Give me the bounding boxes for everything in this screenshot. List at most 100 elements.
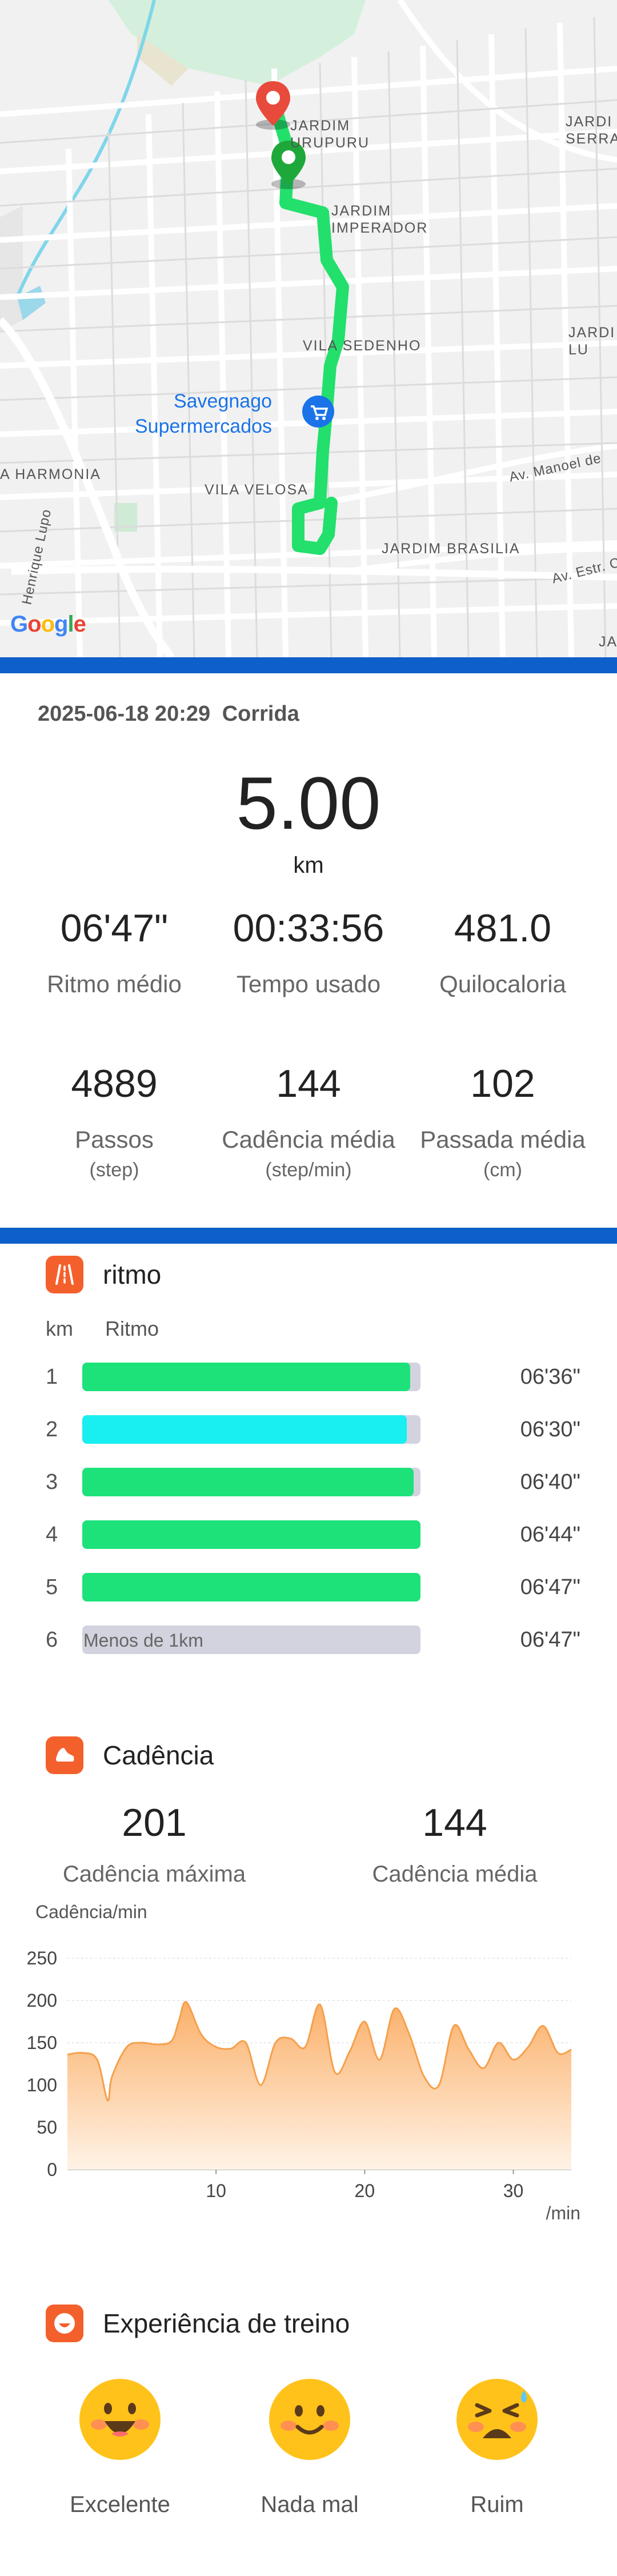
pace-time: 06'44" xyxy=(520,1523,580,1547)
cadence-chart[interactable]: Cadência/min 250 200 150 100 50 0 10 20 30 /min xyxy=(0,1903,617,2235)
pace-km-number: 4 xyxy=(46,1523,58,1547)
stat-avg-stride: 102 Passada média (cm) xyxy=(400,1064,606,1181)
pace-km-number: 5 xyxy=(46,1575,58,1599)
stat-avg-cadence: 144 Cadência média (step/min) xyxy=(206,1064,411,1181)
pace-row-km-1: 1 06'36" xyxy=(0,1363,617,1391)
activity-header: 2025-06-18 20:29 Corrida xyxy=(38,702,305,726)
pace-km-number: 3 xyxy=(46,1470,58,1494)
experience-label: Nada mal xyxy=(261,2492,359,2517)
map-label-ja: JA xyxy=(599,634,617,650)
pace-bar-fill xyxy=(82,1573,420,1601)
pace-section-title: ritmo xyxy=(46,1256,161,1293)
chart-y-tick-label: 100 xyxy=(27,2075,57,2095)
map-label-jardim-brasilia: JARDIM BRASILIA xyxy=(382,541,520,557)
cadence-max: 201 Cadência máxima xyxy=(0,1803,308,1887)
pace-km-number: 6 xyxy=(46,1628,58,1652)
experience-option-not-bad[interactable]: Nada mal xyxy=(207,2379,412,2518)
map-label-vila-sedenho: VILA SEDENHO xyxy=(303,338,422,354)
chart-y-tick-label: 150 xyxy=(27,2032,57,2053)
pace-km-number: 1 xyxy=(46,1365,58,1389)
shoe-icon xyxy=(46,1736,83,1774)
chart-y-tick-label: 0 xyxy=(47,2159,57,2180)
pace-bar-track xyxy=(82,1573,420,1601)
tired-face-icon xyxy=(456,2379,538,2460)
pace-row-km-6: 6 Menos de 1km 06'47" xyxy=(0,1626,617,1654)
stat-value: 102 xyxy=(470,1062,535,1105)
stat-value: 06'47" xyxy=(60,906,169,950)
pace-bar-track xyxy=(82,1363,420,1391)
pace-time: 06'47" xyxy=(520,1628,580,1652)
map-label-jardim-urupuru: JARDIM URUPURU xyxy=(290,118,370,151)
pace-time: 06'36" xyxy=(520,1365,580,1389)
cadence-max-value: 201 xyxy=(122,1801,187,1844)
stat-label: Quilocaloria xyxy=(439,971,566,997)
end-marker-icon xyxy=(256,81,290,126)
pace-col-pace: Ritmo xyxy=(105,1317,159,1340)
stat-time-used: 00:33:56 Tempo usado xyxy=(206,909,411,998)
chart-x-tick-label: 30 xyxy=(503,2180,524,2201)
shopping-cart-icon[interactable] xyxy=(301,394,335,429)
pace-bar-note: Menos de 1km xyxy=(83,1630,203,1651)
route-map[interactable]: JARDIM URUPURU JARDI SERRA A JARDIM IMPE… xyxy=(0,0,617,657)
smiling-face-icon xyxy=(269,2379,350,2460)
stat-label: Cadência média xyxy=(222,1126,395,1153)
divider-bar-top xyxy=(0,657,617,673)
experience-section-title: Experiência de treino xyxy=(46,2305,350,2342)
stat-value: 00:33:56 xyxy=(233,906,384,950)
distance-value: 5.00 xyxy=(236,761,381,845)
distance-unit: km xyxy=(293,853,324,878)
road-icon xyxy=(46,1256,83,1293)
chart-y-tick-label: 200 xyxy=(27,1990,57,2011)
stat-label: Ritmo médio xyxy=(47,971,182,997)
poi-label-savegnago[interactable]: Savegnago Supermercados xyxy=(135,389,272,439)
pace-bar-fill xyxy=(82,1363,411,1391)
cadence-section-title: Cadência xyxy=(46,1736,214,1774)
cadence-avg: 144 Cadência média xyxy=(301,1803,609,1887)
activity-date: 2025-06-18 20:29 xyxy=(38,702,211,726)
grinning-face-icon xyxy=(79,2379,161,2460)
pace-row-km-2: 2 06'30" xyxy=(0,1415,617,1444)
stat-unit: (step) xyxy=(89,1159,139,1181)
map-canvas xyxy=(0,0,617,657)
stat-label: Passada média xyxy=(420,1126,586,1153)
chart-y-tick-label: 50 xyxy=(37,2117,57,2138)
experience-option-excellent[interactable]: Excelente xyxy=(17,2379,223,2518)
activity-type: Corrida xyxy=(222,702,299,726)
pace-title: ritmo xyxy=(103,1260,162,1289)
pace-bar-fill xyxy=(82,1468,414,1496)
pace-bar-fill xyxy=(82,1520,420,1549)
stat-label: Passos xyxy=(75,1126,154,1153)
pace-time: 06'30" xyxy=(520,1417,580,1441)
pace-time: 06'47" xyxy=(520,1575,580,1599)
map-label-vila-velosa: VILA VELOSA xyxy=(205,482,308,498)
experience-title: Experiência de treino xyxy=(103,2309,350,2338)
smile-icon xyxy=(46,2305,83,2342)
map-label-jardim-imperador: JARDIM IMPERADOR xyxy=(331,203,428,236)
stat-value: 4889 xyxy=(71,1062,158,1105)
pace-row-km-3: 3 06'40" xyxy=(0,1468,617,1496)
chart-y-axis-label: Cadência/min xyxy=(35,1903,147,1922)
stat-calories: 481.0 Quilocaloria xyxy=(400,909,606,998)
stat-value: 144 xyxy=(276,1062,341,1105)
cadence-avg-label: Cadência média xyxy=(372,1862,538,1887)
experience-option-bad[interactable]: Ruim xyxy=(394,2379,600,2518)
pace-row-km-5: 5 06'47" xyxy=(0,1573,617,1601)
chart-x-axis-label: /min xyxy=(546,2203,580,2223)
stat-steps: 4889 Passos (step) xyxy=(11,1064,217,1181)
pace-bar-track xyxy=(82,1468,420,1496)
cadence-title: Cadência xyxy=(103,1740,214,1770)
experience-label: Excelente xyxy=(70,2492,170,2517)
map-label-jardim-lu: JARDI LU xyxy=(568,325,616,358)
cadence-avg-value: 144 xyxy=(422,1801,487,1844)
pace-km-number: 2 xyxy=(46,1417,58,1441)
map-label-jardim-serra: JARDI SERRA A xyxy=(566,114,617,147)
stat-unit: (step/min) xyxy=(265,1159,352,1181)
stat-label: Tempo usado xyxy=(236,971,381,997)
chart-x-tick-label: 10 xyxy=(206,2180,226,2201)
cadence-area xyxy=(67,2002,571,2170)
chart-x-tick-label: 20 xyxy=(355,2180,375,2201)
pace-bar-track: Menos de 1km xyxy=(82,1626,420,1654)
divider-bar-middle xyxy=(0,1228,617,1244)
map-label-harmonia: A HARMONIA xyxy=(0,466,101,482)
pace-bar-fill xyxy=(82,1415,407,1444)
